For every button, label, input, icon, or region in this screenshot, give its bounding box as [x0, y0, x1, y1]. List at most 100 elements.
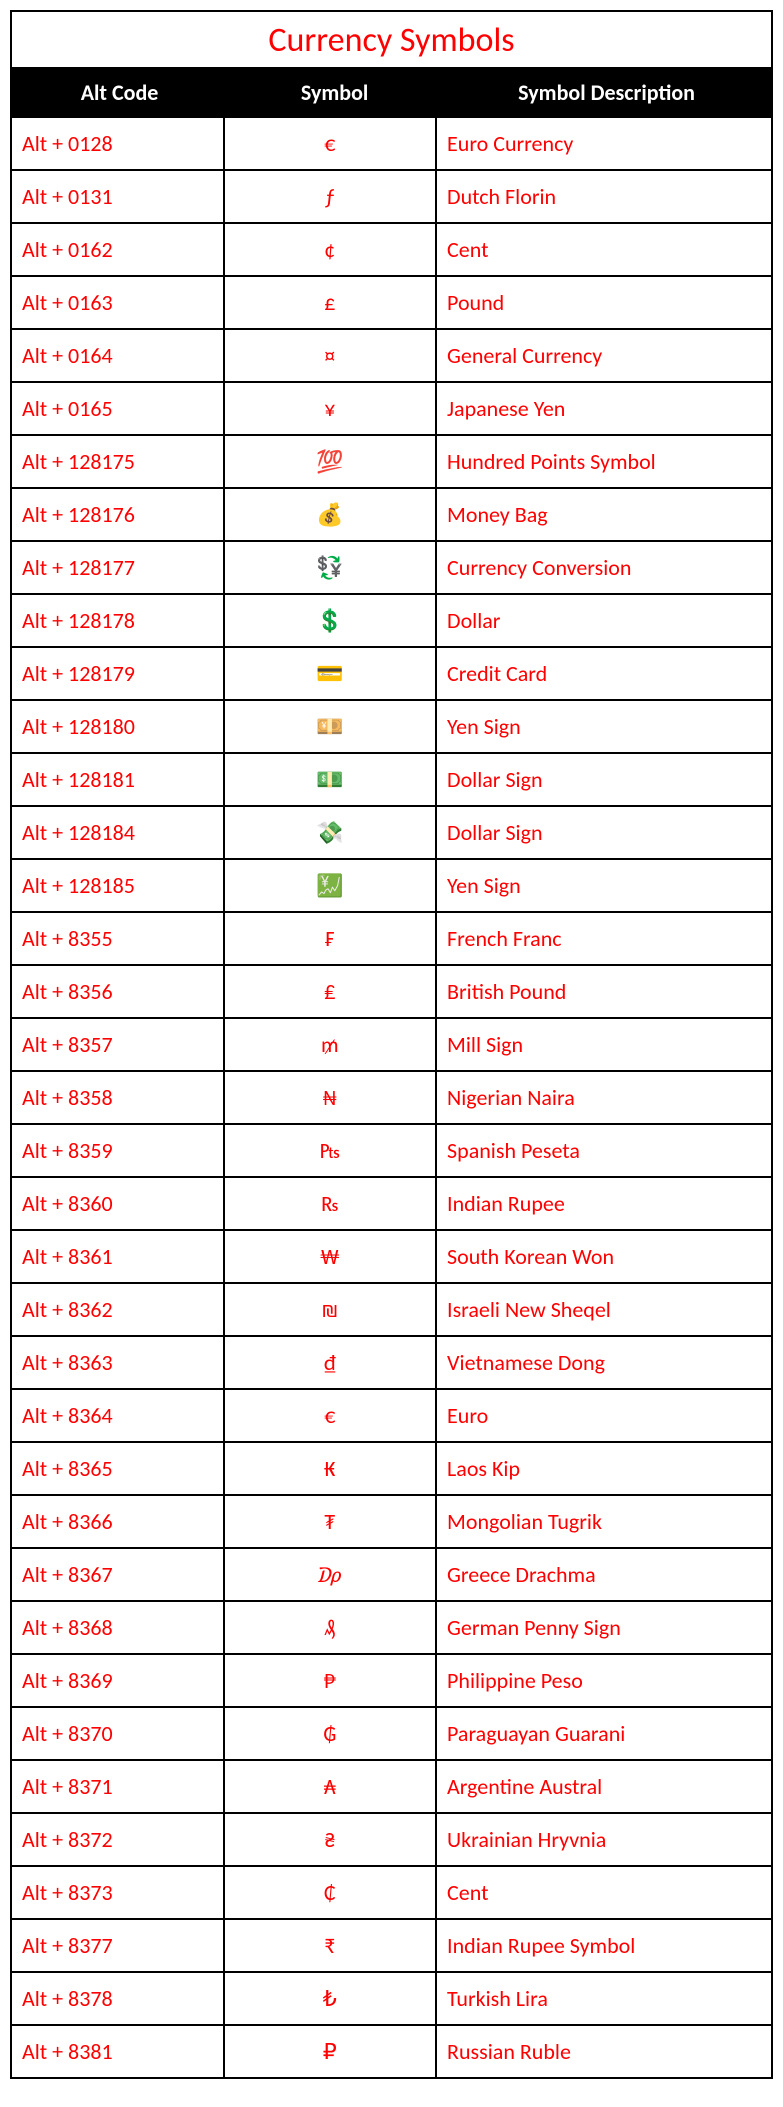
cell-alt-code: Alt + 8360	[12, 1178, 225, 1229]
cell-alt-code: Alt + 8371	[12, 1761, 225, 1812]
cell-alt-code: Alt + 0128	[12, 118, 225, 169]
table-row: Alt + 8360₨Indian Rupee	[12, 1176, 771, 1229]
table-row: Alt + 128184💸Dollar Sign	[12, 805, 771, 858]
table-row: Alt + 8381₽Russian Ruble	[12, 2024, 771, 2077]
table-row: Alt + 8378₺Turkish Lira	[12, 1971, 771, 2024]
table-row: Alt + 8367₯Greece Drachma	[12, 1547, 771, 1600]
cell-alt-code: Alt + 8367	[12, 1549, 225, 1600]
cell-description: Mongolian Tugrik	[437, 1496, 771, 1547]
table-row: Alt + 8357₥Mill Sign	[12, 1017, 771, 1070]
cell-alt-code: Alt + 128177	[12, 542, 225, 593]
table-row: Alt + 8377₹Indian Rupee Symbol	[12, 1918, 771, 1971]
cell-symbol: ₯	[225, 1549, 438, 1600]
cell-alt-code: Alt + 8362	[12, 1284, 225, 1335]
cell-symbol: 💯	[225, 436, 438, 487]
cell-description: Hundred Points Symbol	[437, 436, 771, 487]
cell-symbol: 💹	[225, 860, 438, 911]
cell-symbol: 💳	[225, 648, 438, 699]
table-row: Alt + 128179💳Credit Card	[12, 646, 771, 699]
table-row: Alt + 128185💹Yen Sign	[12, 858, 771, 911]
cell-symbol: 💰	[225, 489, 438, 540]
cell-alt-code: Alt + 8359	[12, 1125, 225, 1176]
cell-description: Spanish Peseta	[437, 1125, 771, 1176]
cell-description: Turkish Lira	[437, 1973, 771, 2024]
cell-description: Nigerian Naira	[437, 1072, 771, 1123]
table-row: Alt + 8362₪Israeli New Sheqel	[12, 1282, 771, 1335]
table-row: Alt + 128177💱Currency Conversion	[12, 540, 771, 593]
cell-symbol: ₥	[225, 1019, 438, 1070]
cell-alt-code: Alt + 128178	[12, 595, 225, 646]
table-row: Alt + 0163£Pound	[12, 275, 771, 328]
cell-alt-code: Alt + 128185	[12, 860, 225, 911]
table-row: Alt + 8368₰German Penny Sign	[12, 1600, 771, 1653]
cell-description: Greece Drachma	[437, 1549, 771, 1600]
table-row: Alt + 128178💲Dollar	[12, 593, 771, 646]
cell-symbol: ₳	[225, 1761, 438, 1812]
table-row: Alt + 8372₴Ukrainian Hryvnia	[12, 1812, 771, 1865]
cell-alt-code: Alt + 8370	[12, 1708, 225, 1759]
header-alt-code: Alt Code	[12, 69, 227, 116]
cell-description: Dutch Florin	[437, 171, 771, 222]
cell-description: Indian Rupee Symbol	[437, 1920, 771, 1971]
cell-symbol: 💲	[225, 595, 438, 646]
table-row: Alt + 8358₦Nigerian Naira	[12, 1070, 771, 1123]
table-row: Alt + 0164¤General Currency	[12, 328, 771, 381]
cell-symbol: €	[225, 118, 438, 169]
cell-description: Russian Ruble	[437, 2026, 771, 2077]
cell-symbol: €	[225, 1390, 438, 1441]
cell-description: Dollar Sign	[437, 754, 771, 805]
cell-symbol: ₩	[225, 1231, 438, 1282]
cell-symbol: 💱	[225, 542, 438, 593]
cell-alt-code: Alt + 128175	[12, 436, 225, 487]
cell-alt-code: Alt + 8358	[12, 1072, 225, 1123]
table-row: Alt + 0128€Euro Currency	[12, 116, 771, 169]
table-row: Alt + 8370₲Paraguayan Guarani	[12, 1706, 771, 1759]
cell-symbol: ƒ	[225, 171, 438, 222]
cell-alt-code: Alt + 8377	[12, 1920, 225, 1971]
cell-alt-code: Alt + 8357	[12, 1019, 225, 1070]
cell-alt-code: Alt + 8373	[12, 1867, 225, 1918]
cell-description: Dollar Sign	[437, 807, 771, 858]
table-row: Alt + 8359₧Spanish Peseta	[12, 1123, 771, 1176]
cell-description: Mill Sign	[437, 1019, 771, 1070]
cell-symbol: ₰	[225, 1602, 438, 1653]
cell-alt-code: Alt + 8381	[12, 2026, 225, 2077]
cell-alt-code: Alt + 128180	[12, 701, 225, 752]
cell-description: Israeli New Sheqel	[437, 1284, 771, 1335]
table-row: Alt + 8369₱Philippine Peso	[12, 1653, 771, 1706]
cell-symbol: ₦	[225, 1072, 438, 1123]
cell-symbol: ₮	[225, 1496, 438, 1547]
table-title: Currency Symbols	[12, 12, 771, 69]
cell-symbol: ₹	[225, 1920, 438, 1971]
cell-symbol: 💸	[225, 807, 438, 858]
cell-description: Japanese Yen	[437, 383, 771, 434]
cell-description: Ukrainian Hryvnia	[437, 1814, 771, 1865]
cell-description: British Pound	[437, 966, 771, 1017]
header-symbol: Symbol	[227, 69, 442, 116]
table-row: Alt + 128181💵Dollar Sign	[12, 752, 771, 805]
cell-description: Argentine Austral	[437, 1761, 771, 1812]
cell-description: Money Bag	[437, 489, 771, 540]
cell-alt-code: Alt + 8356	[12, 966, 225, 1017]
cell-alt-code: Alt + 8361	[12, 1231, 225, 1282]
cell-symbol: ₽	[225, 2026, 438, 2077]
cell-symbol: ¢	[225, 224, 438, 275]
cell-alt-code: Alt + 8372	[12, 1814, 225, 1865]
table-body: Alt + 0128€Euro CurrencyAlt + 0131ƒDutch…	[12, 116, 771, 2077]
cell-description: Credit Card	[437, 648, 771, 699]
cell-alt-code: Alt + 128184	[12, 807, 225, 858]
cell-symbol: ₣	[225, 913, 438, 964]
cell-symbol: ₨	[225, 1178, 438, 1229]
cell-description: Paraguayan Guarani	[437, 1708, 771, 1759]
table-row: Alt + 8356₤British Pound	[12, 964, 771, 1017]
table-row: Alt + 0131ƒDutch Florin	[12, 169, 771, 222]
cell-symbol: ₴	[225, 1814, 438, 1865]
cell-alt-code: Alt + 8366	[12, 1496, 225, 1547]
table-row: Alt + 8371₳Argentine Austral	[12, 1759, 771, 1812]
cell-alt-code: Alt + 8364	[12, 1390, 225, 1441]
cell-description: Vietnamese Dong	[437, 1337, 771, 1388]
cell-symbol: ¥	[225, 383, 438, 434]
cell-description: Euro	[437, 1390, 771, 1441]
table-row: Alt + 0165¥Japanese Yen	[12, 381, 771, 434]
cell-description: Indian Rupee	[437, 1178, 771, 1229]
